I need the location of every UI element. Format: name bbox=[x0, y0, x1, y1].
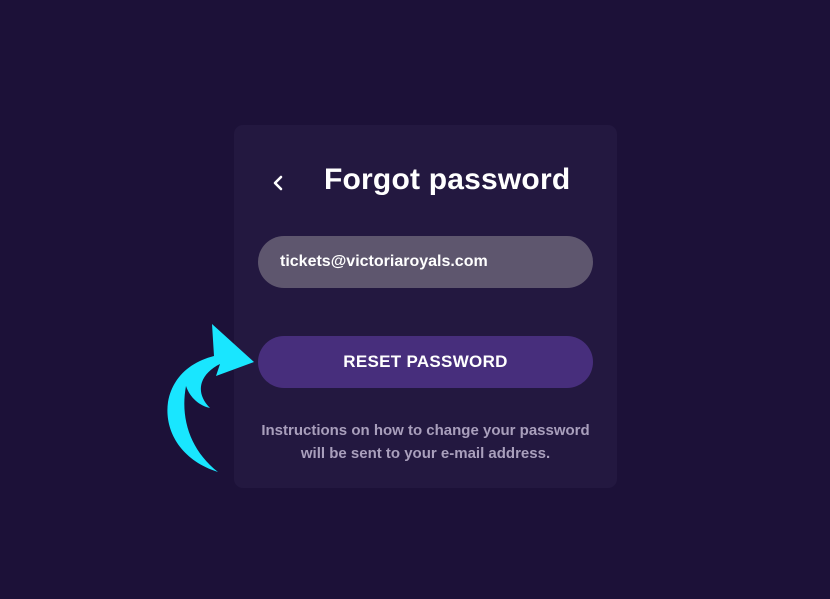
page-background: Forgot password RESET PASSWORD Instructi… bbox=[0, 0, 830, 599]
forgot-password-card: Forgot password RESET PASSWORD Instructi… bbox=[234, 125, 617, 488]
back-button[interactable] bbox=[266, 169, 290, 197]
instructions-text: Instructions on how to change your passw… bbox=[254, 419, 597, 465]
email-field[interactable] bbox=[258, 236, 593, 288]
chevron-left-icon bbox=[273, 175, 283, 191]
curved-arrow-icon bbox=[167, 324, 254, 472]
reset-password-button[interactable]: RESET PASSWORD bbox=[258, 336, 593, 388]
page-title: Forgot password bbox=[324, 163, 571, 196]
instructions-line-2: will be sent to your e-mail address. bbox=[300, 445, 551, 462]
instructions-line-1: Instructions on how to change your passw… bbox=[261, 422, 590, 439]
